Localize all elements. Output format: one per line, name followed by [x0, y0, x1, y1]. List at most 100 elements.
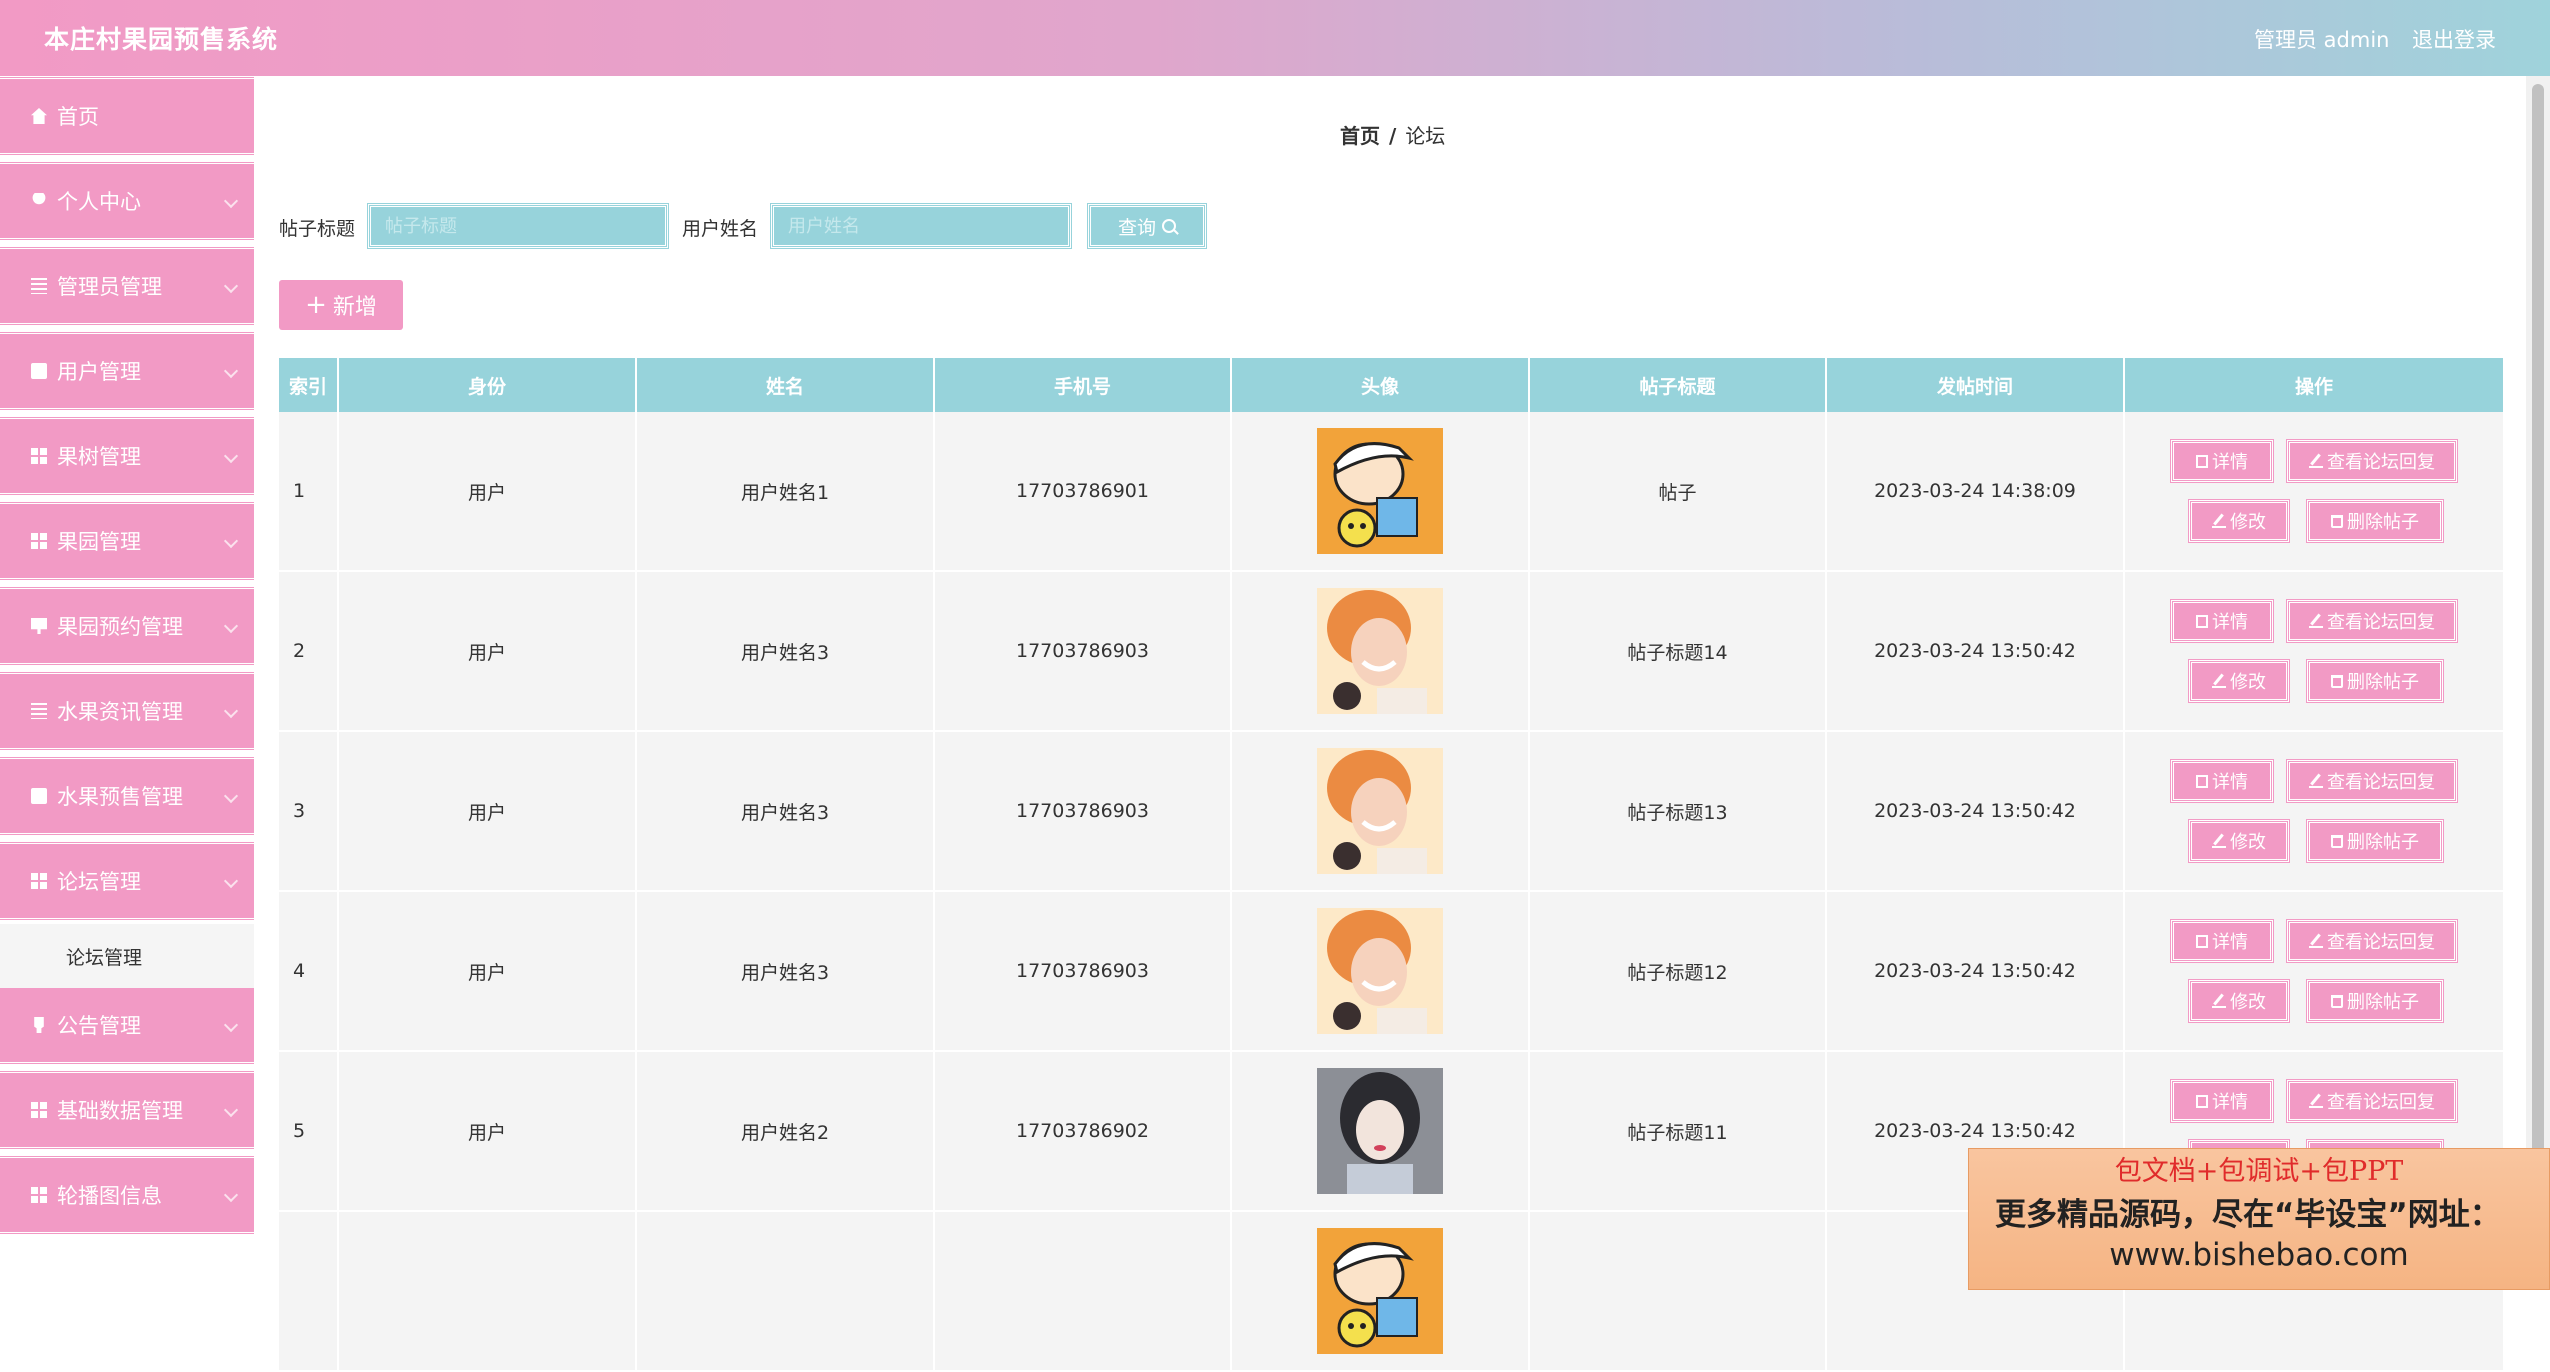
- cell-role: 用户: [339, 732, 637, 890]
- sidebar-item-label: 果树管理: [57, 445, 141, 469]
- view-replies-button-label: 查看论坛回复: [2327, 772, 2435, 793]
- detail-button-label: 详情: [2212, 772, 2248, 793]
- post-title-input[interactable]: [367, 203, 669, 249]
- scrollbar-thumb[interactable]: [2532, 84, 2544, 1174]
- list-icon: [31, 278, 47, 294]
- sidebar-item-label: 轮播图信息: [57, 1184, 162, 1208]
- chevron-down-icon: [223, 873, 239, 889]
- sidebar-item-4[interactable]: 果树管理: [0, 416, 254, 496]
- top-header: 本庄村果园预售系统 管理员 admin 退出登录: [0, 0, 2550, 76]
- watermark-line1: 包文档+包调试+包PPT: [2114, 1156, 2404, 1187]
- view-replies-button[interactable]: 查看论坛回复: [2286, 599, 2458, 643]
- table-row: 3 用户 用户姓名3 17703786903 帖子标题13 2023-03-24 13:5…: [279, 732, 2505, 892]
- sidebar-item-10[interactable]: 公告管理: [0, 985, 254, 1065]
- vertical-scrollbar[interactable]: [2526, 76, 2550, 1290]
- sidebar-item-6[interactable]: 果园预约管理: [0, 586, 254, 666]
- cell-name: 用户姓名1: [637, 412, 935, 570]
- sidebar-item-0[interactable]: 首页: [0, 76, 254, 156]
- doc-icon: [2196, 614, 2208, 628]
- detail-button[interactable]: 详情: [2170, 759, 2274, 803]
- sidebar-item-2[interactable]: 管理员管理: [0, 246, 254, 326]
- delete-button[interactable]: 删除帖子: [2306, 499, 2444, 543]
- add-button[interactable]: + 新增: [279, 280, 403, 330]
- delete-button-label: 删除帖子: [2347, 832, 2419, 853]
- doc-icon: [2196, 454, 2208, 468]
- sidebar-item-label: 首页: [57, 105, 99, 129]
- doc-icon: [2196, 774, 2208, 788]
- sidebar-item-11[interactable]: 基础数据管理: [0, 1070, 254, 1150]
- sidebar-item-8[interactable]: 水果预售管理: [0, 756, 254, 836]
- cell-name: [637, 1212, 935, 1370]
- column-header: 操作: [2125, 358, 2505, 412]
- table-header: 索引 身份 姓名 手机号 头像 帖子标题 发帖时间 操作: [279, 358, 2505, 412]
- table-row: 4 用户 用户姓名3 17703786903 帖子标题12 2023-03-24 13:5…: [279, 892, 2505, 1052]
- detail-button[interactable]: 详情: [2170, 919, 2274, 963]
- sidebar-subitem-forum[interactable]: 论坛管理: [0, 924, 254, 988]
- edit-button[interactable]: 修改: [2188, 979, 2290, 1023]
- view-replies-button[interactable]: 查看论坛回复: [2286, 1079, 2458, 1123]
- sidebar-item-label: 公告管理: [57, 1014, 141, 1038]
- cell-phone: [935, 1212, 1232, 1370]
- detail-button[interactable]: 详情: [2170, 599, 2274, 643]
- column-header: 身份: [339, 358, 637, 412]
- query-button[interactable]: 查询: [1087, 203, 1207, 249]
- view-replies-button-label: 查看论坛回复: [2327, 1092, 2435, 1113]
- view-replies-button[interactable]: 查看论坛回复: [2286, 919, 2458, 963]
- breadcrumb: 首页 / 论坛: [1340, 120, 1445, 149]
- delete-button-label: 删除帖子: [2347, 992, 2419, 1013]
- cell-phone: 17703786901: [935, 412, 1232, 570]
- bar-chart-icon: [31, 448, 47, 464]
- sidebar-item-9[interactable]: 论坛管理: [0, 841, 254, 921]
- view-replies-button-label: 查看论坛回复: [2327, 452, 2435, 473]
- sidebar-item-7[interactable]: 水果资讯管理: [0, 671, 254, 751]
- plus-icon: +: [305, 290, 327, 320]
- add-button-label: 新增: [332, 295, 377, 320]
- detail-button[interactable]: 详情: [2170, 1079, 2274, 1123]
- cell-role: 用户: [339, 892, 637, 1050]
- sidebar-item-12[interactable]: 轮播图信息: [0, 1155, 254, 1235]
- user-name-input[interactable]: [770, 203, 1072, 249]
- delete-button-label: 删除帖子: [2347, 512, 2419, 533]
- search-icon: [1162, 219, 1176, 233]
- chevron-down-icon: [223, 703, 239, 719]
- edit-button[interactable]: 修改: [2188, 499, 2290, 543]
- view-replies-button-label: 查看论坛回复: [2327, 612, 2435, 633]
- column-header: 姓名: [637, 358, 935, 412]
- monitor-icon: [31, 618, 47, 634]
- logout-link[interactable]: 退出登录: [2412, 24, 2496, 54]
- edit-button[interactable]: 修改: [2188, 819, 2290, 863]
- delete-button[interactable]: 删除帖子: [2306, 659, 2444, 703]
- chevron-down-icon: [223, 788, 239, 804]
- trash-icon: [2331, 994, 2343, 1008]
- view-replies-button[interactable]: 查看论坛回复: [2286, 759, 2458, 803]
- column-header: 帖子标题: [1530, 358, 1827, 412]
- cell-phone: 17703786903: [935, 572, 1232, 730]
- edit-button-label: 修改: [2230, 832, 2266, 853]
- detail-button[interactable]: 详情: [2170, 439, 2274, 483]
- cell-time: 2023-03-24 13:50:42: [1827, 732, 2125, 890]
- sidebar-item-5[interactable]: 果园管理: [0, 501, 254, 581]
- breadcrumb-home[interactable]: 首页: [1340, 124, 1380, 148]
- list-icon: [31, 703, 47, 719]
- delete-button[interactable]: 删除帖子: [2306, 819, 2444, 863]
- cell-time: 2023-03-24 13:50:42: [1827, 572, 2125, 730]
- cell-title: 帖子标题14: [1530, 572, 1827, 730]
- sidebar-item-3[interactable]: 用户管理: [0, 331, 254, 411]
- cell-index: 3: [279, 732, 339, 890]
- chevron-down-icon: [223, 533, 239, 549]
- chevron-down-icon: [223, 1017, 239, 1033]
- home-icon: [31, 108, 47, 124]
- view-replies-button[interactable]: 查看论坛回复: [2286, 439, 2458, 483]
- cell-index: [279, 1212, 339, 1370]
- edit-button[interactable]: 修改: [2188, 659, 2290, 703]
- promo-watermark: 包文档+包调试+包PPT 更多精品源码，尽在“毕设宝”网址： www.bishe…: [1968, 1148, 2550, 1290]
- column-header: 头像: [1232, 358, 1530, 412]
- chevron-down-icon: [223, 193, 239, 209]
- sidebar-item-1[interactable]: 个人中心: [0, 161, 254, 241]
- delete-button[interactable]: 删除帖子: [2306, 979, 2444, 1023]
- cell-title: 帖子标题11: [1530, 1052, 1827, 1210]
- sidebar: 首页个人中心 管理员管理 用户管理果树管理果园管理 果园预约管理 水果资讯管理 水果预售管…: [0, 76, 254, 1290]
- cell-time: 2023-03-24 13:50:42: [1827, 892, 2125, 1050]
- avatar: [1317, 588, 1443, 714]
- avatar: [1317, 428, 1443, 554]
